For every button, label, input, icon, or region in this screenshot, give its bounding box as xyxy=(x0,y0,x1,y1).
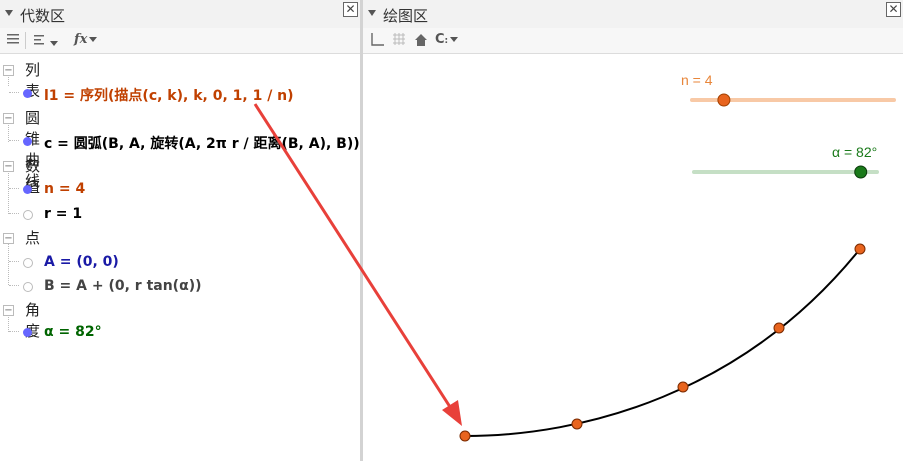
fx-icon[interactable]: fx xyxy=(74,31,98,49)
close-icon[interactable]: ✕ xyxy=(886,2,901,17)
item-text[interactable]: n = 4 xyxy=(44,181,85,197)
algebra-view: 代数区 ✕ fx − 列表 l1 = 序列(描点(c, k), k, 0, 1,… xyxy=(0,0,360,461)
item-text[interactable]: B = A + (0, r tan(α)) xyxy=(44,278,202,294)
point-2[interactable] xyxy=(677,381,689,393)
visibility-toggle[interactable] xyxy=(23,282,33,292)
collapse-triangle-icon[interactable] xyxy=(368,10,376,16)
graphics-titlebar: 绘图区 ✕ xyxy=(363,0,903,28)
algebra-titlebar: 代数区 ✕ xyxy=(0,0,360,28)
close-icon[interactable]: ✕ xyxy=(343,2,358,17)
sequence-points-l1[interactable] xyxy=(459,243,866,442)
item-text[interactable]: A = (0, 0) xyxy=(44,254,119,270)
home-icon[interactable] xyxy=(413,31,429,49)
slider-n-handle[interactable] xyxy=(717,93,731,107)
graphics-canvas[interactable]: n = 4 α = 82° xyxy=(363,54,903,461)
item-text[interactable]: r = 1 xyxy=(44,206,82,222)
visibility-toggle[interactable] xyxy=(23,328,32,337)
point-0[interactable] xyxy=(459,430,471,442)
visibility-toggle[interactable] xyxy=(23,210,33,220)
arc-c[interactable] xyxy=(464,248,861,437)
slider-alpha-label: α = 82° xyxy=(832,144,877,160)
collapse-icon[interactable]: − xyxy=(3,161,14,172)
item-text[interactable]: l1 = 序列(描点(c, k), k, 0, 1, 1 / n) xyxy=(44,85,294,105)
item-text[interactable]: α = 82° xyxy=(44,324,102,340)
algebra-title: 代数区 xyxy=(20,7,66,25)
slider-n-label: n = 4 xyxy=(681,72,713,88)
grid-icon[interactable] xyxy=(391,31,407,49)
graphics-toolbar: C: xyxy=(363,28,903,54)
point-3[interactable] xyxy=(773,322,785,334)
slider-alpha-handle[interactable] xyxy=(854,165,868,179)
graphics-title: 绘图区 xyxy=(383,7,429,25)
sort-icon[interactable] xyxy=(32,31,58,49)
menu-icon[interactable] xyxy=(6,31,20,49)
visibility-toggle[interactable] xyxy=(23,89,32,98)
collapse-icon[interactable]: − xyxy=(3,65,14,76)
collapse-icon[interactable]: − xyxy=(3,233,14,244)
slider-n[interactable]: n = 4 xyxy=(681,72,896,107)
collapse-icon[interactable]: − xyxy=(3,305,14,316)
graphics-view[interactable]: 绘图区 ✕ C: n = 4 α = 82° xyxy=(363,0,903,461)
item-text[interactable]: c = 圆弧(B, A, 旋转(A, 2π r / 距离(B, A), B)) xyxy=(44,133,360,153)
slider-alpha[interactable]: α = 82° xyxy=(692,144,879,179)
axes-icon[interactable] xyxy=(369,31,385,49)
algebra-toolbar: fx xyxy=(0,28,360,54)
point-1[interactable] xyxy=(571,418,583,430)
collapse-icon[interactable]: − xyxy=(3,113,14,124)
point-capture-icon[interactable]: C: xyxy=(435,31,459,49)
collapse-triangle-icon[interactable] xyxy=(5,10,13,16)
visibility-toggle[interactable] xyxy=(23,258,33,268)
visibility-toggle[interactable] xyxy=(23,185,32,194)
visibility-toggle[interactable] xyxy=(23,137,32,146)
point-4[interactable] xyxy=(854,243,866,255)
category-label: 点 xyxy=(25,229,41,247)
